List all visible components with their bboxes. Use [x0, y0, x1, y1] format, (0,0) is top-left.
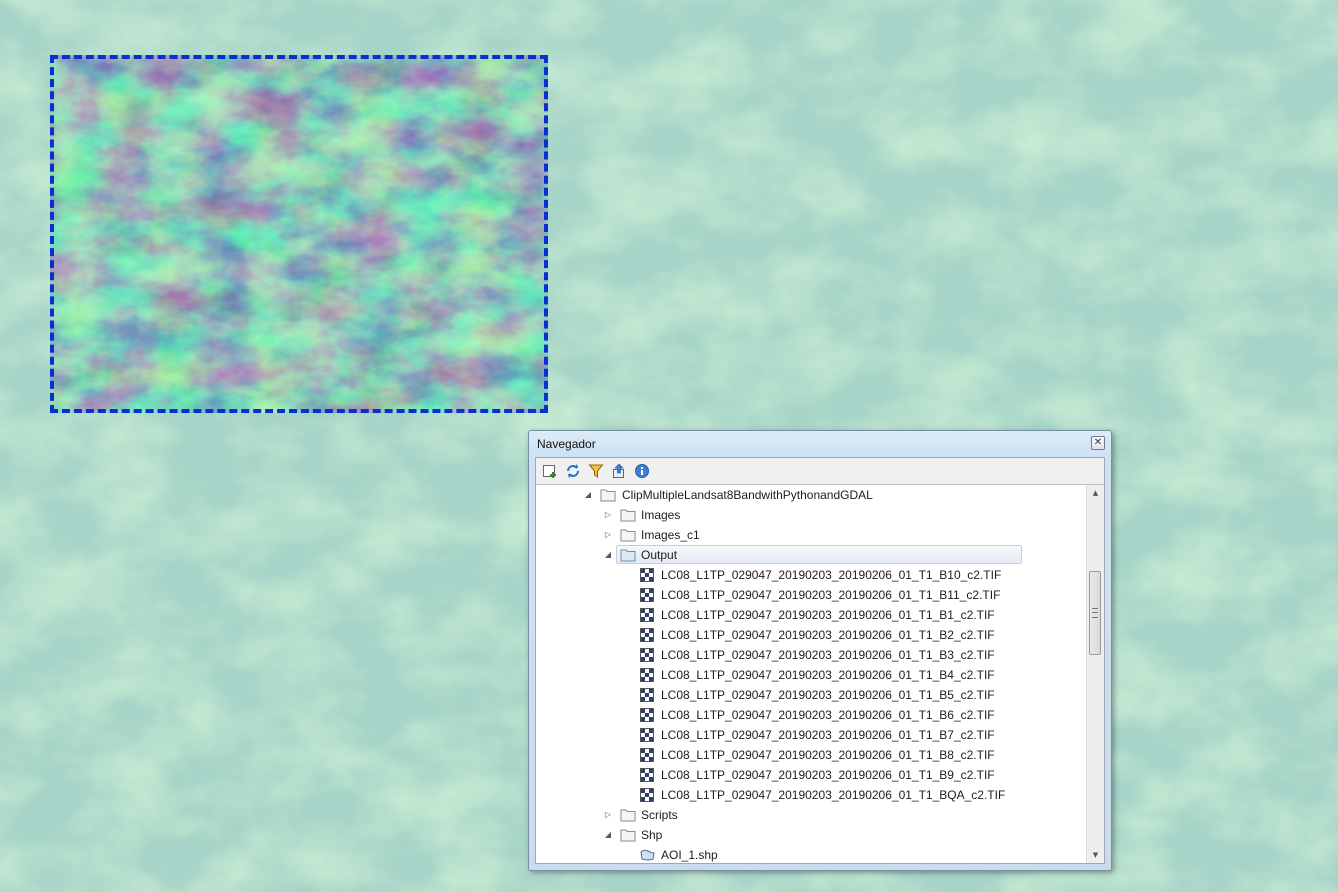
raster-layer-icon — [640, 708, 656, 722]
raster-layer-icon — [640, 728, 656, 742]
navigator-toolbar — [536, 458, 1104, 484]
raster-layer-icon — [640, 608, 656, 622]
raster-layer-icon — [640, 768, 656, 782]
filter-icon — [588, 464, 604, 478]
clipped-raster-image — [50, 55, 548, 413]
tree-item-shp[interactable]: ◢ Shp — [536, 825, 1096, 845]
refresh-button[interactable] — [564, 462, 582, 480]
tree-item-raster-file[interactable]: LC08_L1TP_029047_20190203_20190206_01_T1… — [536, 745, 1076, 765]
folder-icon — [600, 488, 616, 502]
scroll-down-icon[interactable]: ▼ — [1087, 847, 1104, 863]
scrollbar-thumb[interactable] — [1089, 571, 1101, 655]
tree-item-label: LC08_L1TP_029047_20190203_20190206_01_T1… — [661, 728, 995, 742]
tree-item-raster-file[interactable]: LC08_L1TP_029047_20190203_20190206_01_T1… — [536, 585, 1076, 605]
clipped-raster-layer[interactable] — [50, 55, 548, 413]
tree-item-label: Output — [641, 548, 678, 562]
folder-icon — [620, 828, 636, 842]
folder-icon — [620, 528, 636, 542]
refresh-icon — [567, 464, 579, 478]
vertical-scrollbar[interactable]: ▲ ▼ — [1086, 485, 1104, 863]
raster-layer-icon — [640, 748, 656, 762]
folder-icon — [620, 508, 636, 522]
tree-item-label: Images — [641, 508, 681, 522]
tree-item-output[interactable]: ◢ Output — [536, 545, 1096, 565]
collapse-all-button[interactable] — [610, 462, 628, 480]
tree-item-raster-file[interactable]: LC08_L1TP_029047_20190203_20190206_01_T1… — [536, 765, 1076, 785]
raster-layer-icon — [640, 588, 656, 602]
tree-item-raster-file[interactable]: LC08_L1TP_029047_20190203_20190206_01_T1… — [536, 725, 1076, 745]
tree-item-images-c1[interactable]: ▷ Images_c1 — [536, 525, 1096, 545]
raster-layer-icon — [640, 628, 656, 642]
tree-item-label: LC08_L1TP_029047_20190203_20190206_01_T1… — [661, 788, 1006, 802]
navigator-panel[interactable]: Navegador ✕ ◢ ClipMultipleLandsat8Bandwi… — [528, 430, 1112, 871]
tree-item-label: LC08_L1TP_029047_20190203_20190206_01_T1… — [661, 588, 1001, 602]
tree-item-label: LC08_L1TP_029047_20190203_20190206_01_T1… — [661, 648, 995, 662]
filter-button[interactable] — [587, 462, 605, 480]
browser-tree[interactable]: ◢ ClipMultipleLandsat8BandwithPythonandG… — [536, 484, 1104, 863]
tree-item-root[interactable]: ◢ ClipMultipleLandsat8BandwithPythonandG… — [536, 485, 1096, 505]
tree-item-label: LC08_L1TP_029047_20190203_20190206_01_T1… — [661, 688, 995, 702]
tree-item-raster-file[interactable]: LC08_L1TP_029047_20190203_20190206_01_T1… — [536, 665, 1076, 685]
add-layer-icon — [543, 465, 556, 478]
raster-layer-icon — [640, 688, 656, 702]
raster-layer-icon — [640, 568, 656, 582]
grip-icon — [1092, 608, 1098, 618]
tree-item-label: LC08_L1TP_029047_20190203_20190206_01_T1… — [661, 628, 995, 642]
add-layer-button[interactable] — [541, 462, 559, 480]
folder-open-icon — [620, 548, 636, 562]
tree-item-raster-file[interactable]: LC08_L1TP_029047_20190203_20190206_01_T1… — [536, 565, 1076, 585]
folder-icon — [620, 808, 636, 822]
tree-item-images[interactable]: ▷ Images — [536, 505, 1096, 525]
scroll-up-icon[interactable]: ▲ — [1087, 485, 1104, 501]
raster-layer-icon — [640, 788, 656, 802]
tree-item-raster-file[interactable]: LC08_L1TP_029047_20190203_20190206_01_T1… — [536, 645, 1076, 665]
navigator-title: Navegador — [537, 437, 596, 451]
tree-item-raster-file[interactable]: LC08_L1TP_029047_20190203_20190206_01_T1… — [536, 625, 1076, 645]
tree-item-label: LC08_L1TP_029047_20190203_20190206_01_T1… — [661, 708, 995, 722]
tree-item-label: Images_c1 — [641, 528, 700, 542]
tree-item-label: LC08_L1TP_029047_20190203_20190206_01_T1… — [661, 568, 1002, 582]
navigator-body: ◢ ClipMultipleLandsat8BandwithPythonandG… — [535, 457, 1105, 864]
tree-item-raster-file[interactable]: LC08_L1TP_029047_20190203_20190206_01_T1… — [536, 605, 1076, 625]
expand-arrow-icon[interactable]: ◢ — [603, 545, 613, 565]
polygon-layer-icon — [639, 848, 655, 862]
close-icon: ✕ — [1093, 437, 1103, 448]
tree-item-label: LC08_L1TP_029047_20190203_20190206_01_T1… — [661, 768, 995, 782]
chevron-right-icon[interactable]: ▷ — [603, 525, 613, 545]
collapse-all-icon — [613, 463, 624, 478]
tree-item-label: ClipMultipleLandsat8BandwithPythonandGDA… — [622, 488, 873, 502]
close-button[interactable]: ✕ — [1091, 436, 1105, 450]
tree-item-label: Scripts — [641, 808, 678, 822]
tree-item-label: LC08_L1TP_029047_20190203_20190206_01_T1… — [661, 748, 995, 762]
navigator-titlebar[interactable]: Navegador ✕ — [529, 431, 1111, 455]
tree-item-scripts[interactable]: ▷ Scripts — [536, 805, 1096, 825]
tree-item-label: LC08_L1TP_029047_20190203_20190206_01_T1… — [661, 668, 995, 682]
chevron-right-icon[interactable]: ▷ — [603, 805, 613, 825]
tree-item-label: AOI_1.shp — [661, 848, 718, 862]
tree-item-raster-file[interactable]: LC08_L1TP_029047_20190203_20190206_01_T1… — [536, 785, 1076, 805]
chevron-right-icon[interactable]: ▷ — [603, 505, 613, 525]
properties-button[interactable] — [633, 462, 651, 480]
expand-arrow-icon[interactable]: ◢ — [583, 485, 593, 505]
expand-arrow-icon[interactable]: ◢ — [603, 825, 613, 845]
raster-layer-icon — [640, 668, 656, 682]
tree-item-label: Shp — [641, 828, 663, 842]
tree-item-aoi-shp[interactable]: AOI_1.shp — [536, 845, 1096, 863]
raster-layer-icon — [640, 648, 656, 662]
info-icon — [635, 464, 649, 478]
tree-item-raster-file[interactable]: LC08_L1TP_029047_20190203_20190206_01_T1… — [536, 705, 1076, 725]
tree-item-label: LC08_L1TP_029047_20190203_20190206_01_T1… — [661, 608, 995, 622]
tree-item-raster-file[interactable]: LC08_L1TP_029047_20190203_20190206_01_T1… — [536, 685, 1076, 705]
